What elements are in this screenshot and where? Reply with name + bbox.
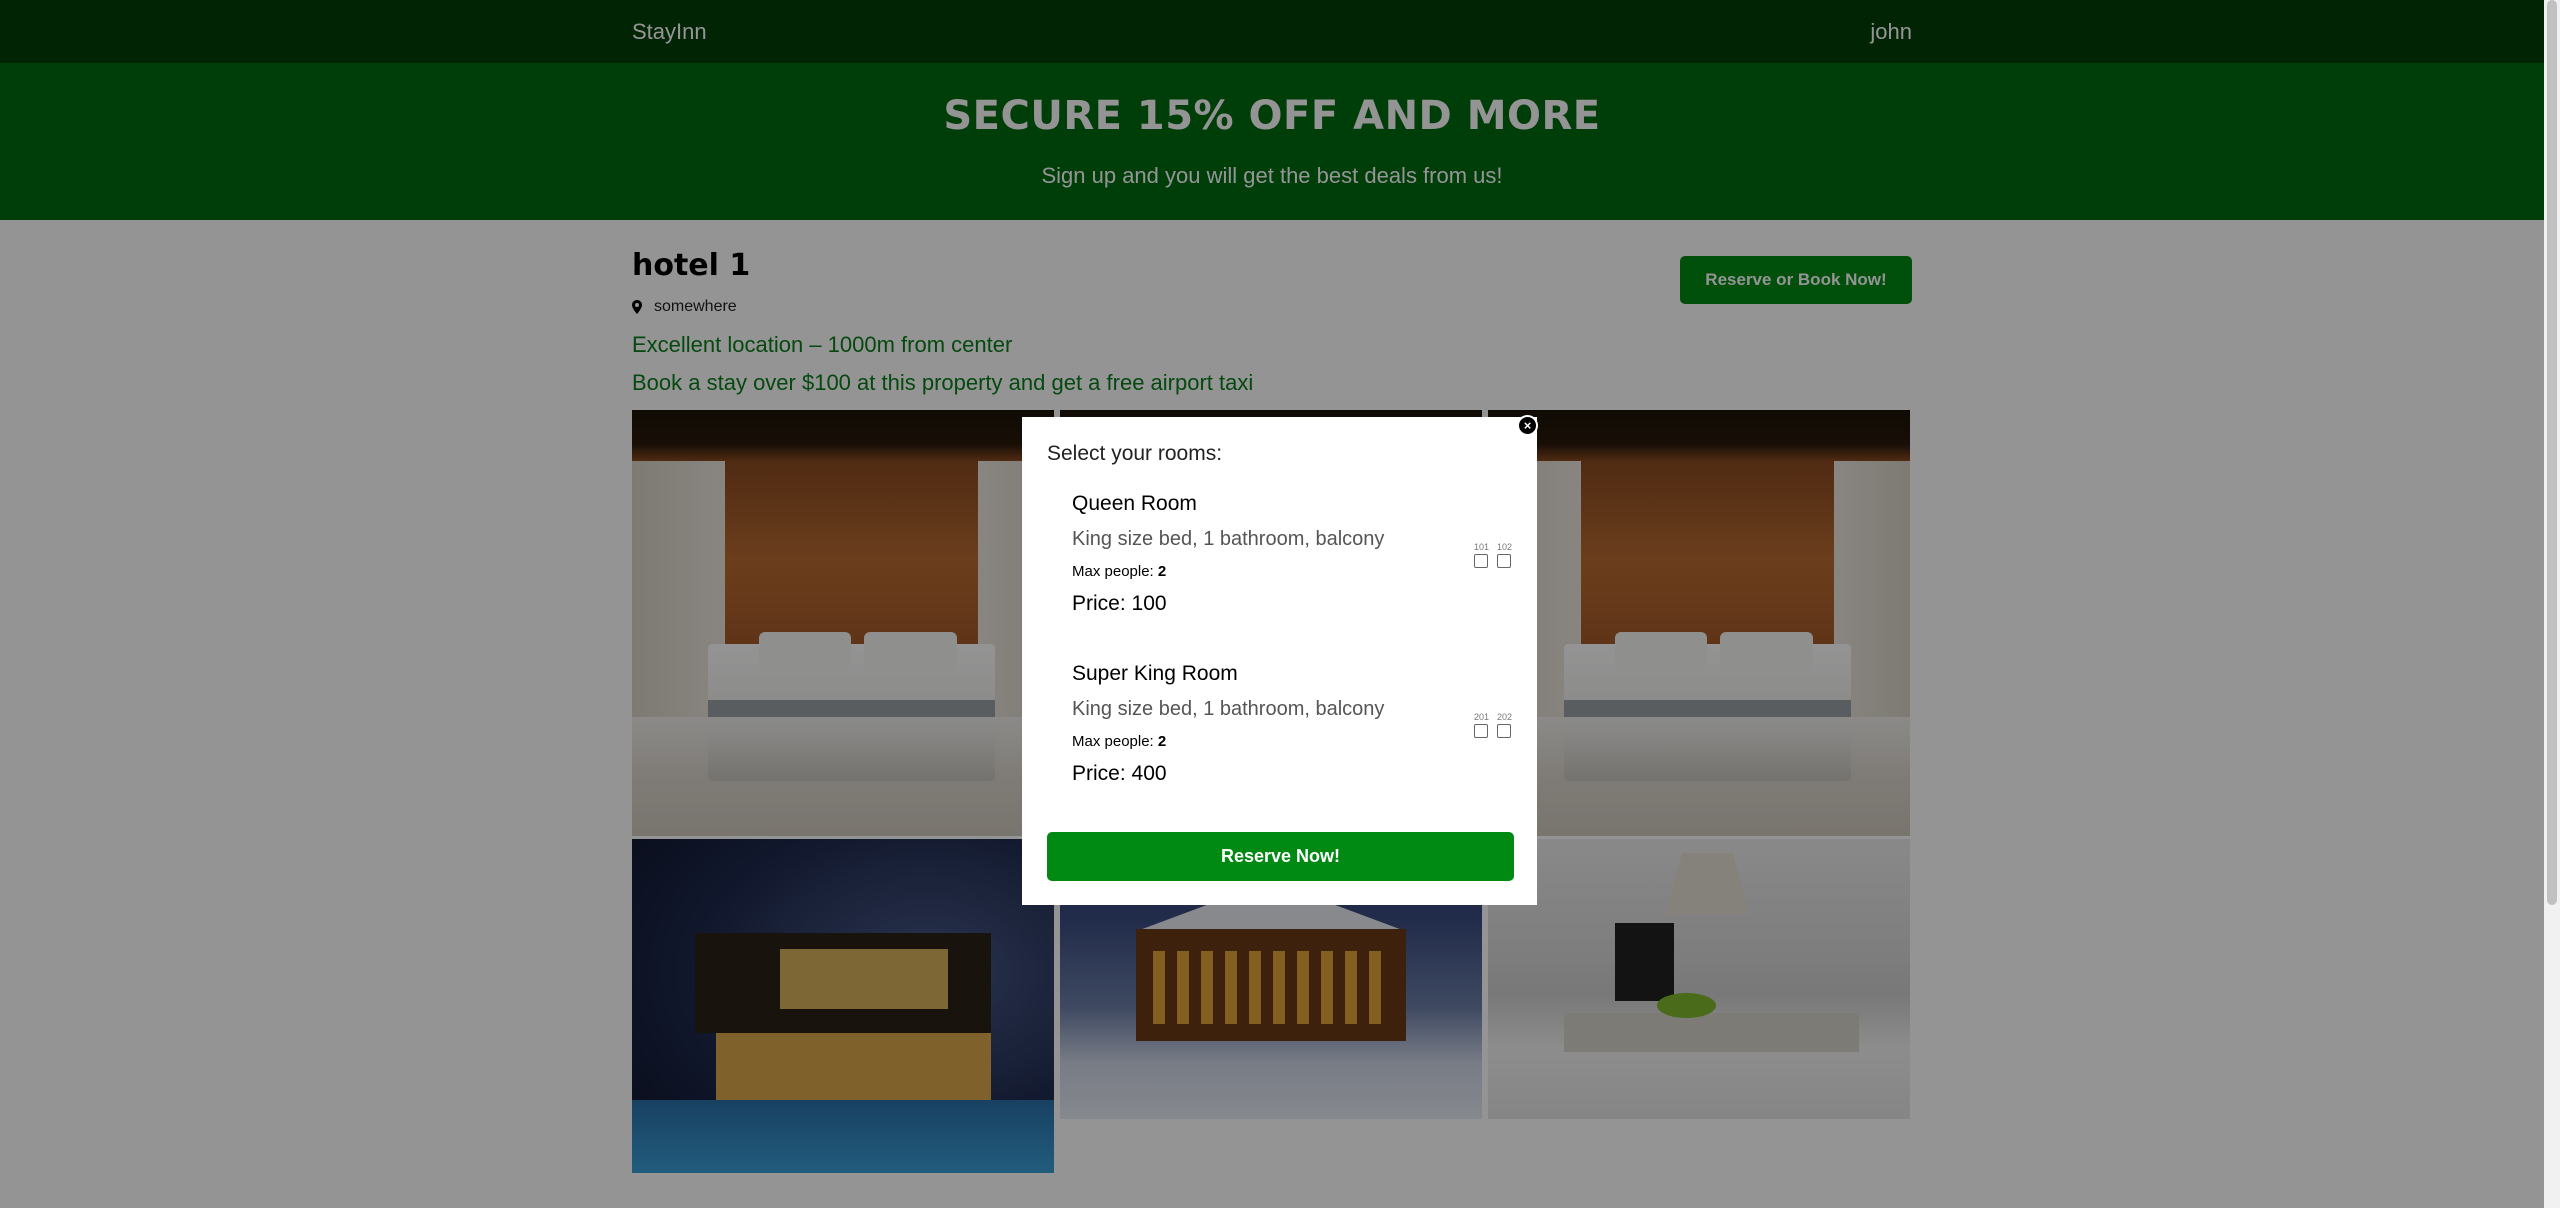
reserve-now-button[interactable]: Reserve Now!: [1047, 832, 1514, 881]
room-checkbox[interactable]: [1497, 554, 1512, 568]
room-description: King size bed, 1 bathroom, balcony: [1072, 528, 1385, 550]
max-people-value: 2: [1157, 563, 1167, 580]
scrollbar-thumb[interactable]: [2547, 0, 2557, 905]
room-checkbox[interactable]: [1474, 724, 1489, 738]
room-number-label: 202: [1496, 712, 1512, 722]
max-people-value: 2: [1157, 733, 1167, 750]
page-scrollbar[interactable]: [2544, 0, 2560, 1208]
room-max-people: Max people: 2: [1072, 733, 1512, 750]
room-item: Super King Room King size bed, 1 bathroo…: [1072, 662, 1512, 786]
room-number-label: 102: [1496, 542, 1512, 552]
room-option-202: 202: [1497, 712, 1512, 738]
room-title: Queen Room: [1072, 492, 1197, 515]
room-number-label: 101: [1473, 542, 1489, 552]
room-title: Super King Room: [1072, 662, 1238, 685]
modal-title: Select your rooms:: [1047, 442, 1223, 465]
room-price: Price: 100: [1072, 592, 1167, 615]
room-max-people: Max people: 2: [1072, 563, 1512, 580]
room-number-options: 201 202: [1474, 712, 1512, 738]
max-people-label: Max people:: [1072, 563, 1154, 580]
room-number-label: 201: [1473, 712, 1489, 722]
room-selection-modal: Select your rooms: Queen Room King size …: [1022, 417, 1537, 905]
room-checkbox[interactable]: [1474, 554, 1489, 568]
room-checkbox[interactable]: [1497, 724, 1512, 738]
room-price: Price: 400: [1072, 762, 1167, 785]
room-option-101: 101: [1474, 542, 1489, 568]
room-description: King size bed, 1 bathroom, balcony: [1072, 698, 1385, 720]
room-option-102: 102: [1497, 542, 1512, 568]
room-item: Queen Room King size bed, 1 bathroom, ba…: [1072, 492, 1512, 616]
max-people-label: Max people:: [1072, 733, 1154, 750]
room-number-options: 101 102: [1474, 542, 1512, 568]
close-icon[interactable]: ×: [1517, 415, 1538, 436]
room-option-201: 201: [1474, 712, 1489, 738]
